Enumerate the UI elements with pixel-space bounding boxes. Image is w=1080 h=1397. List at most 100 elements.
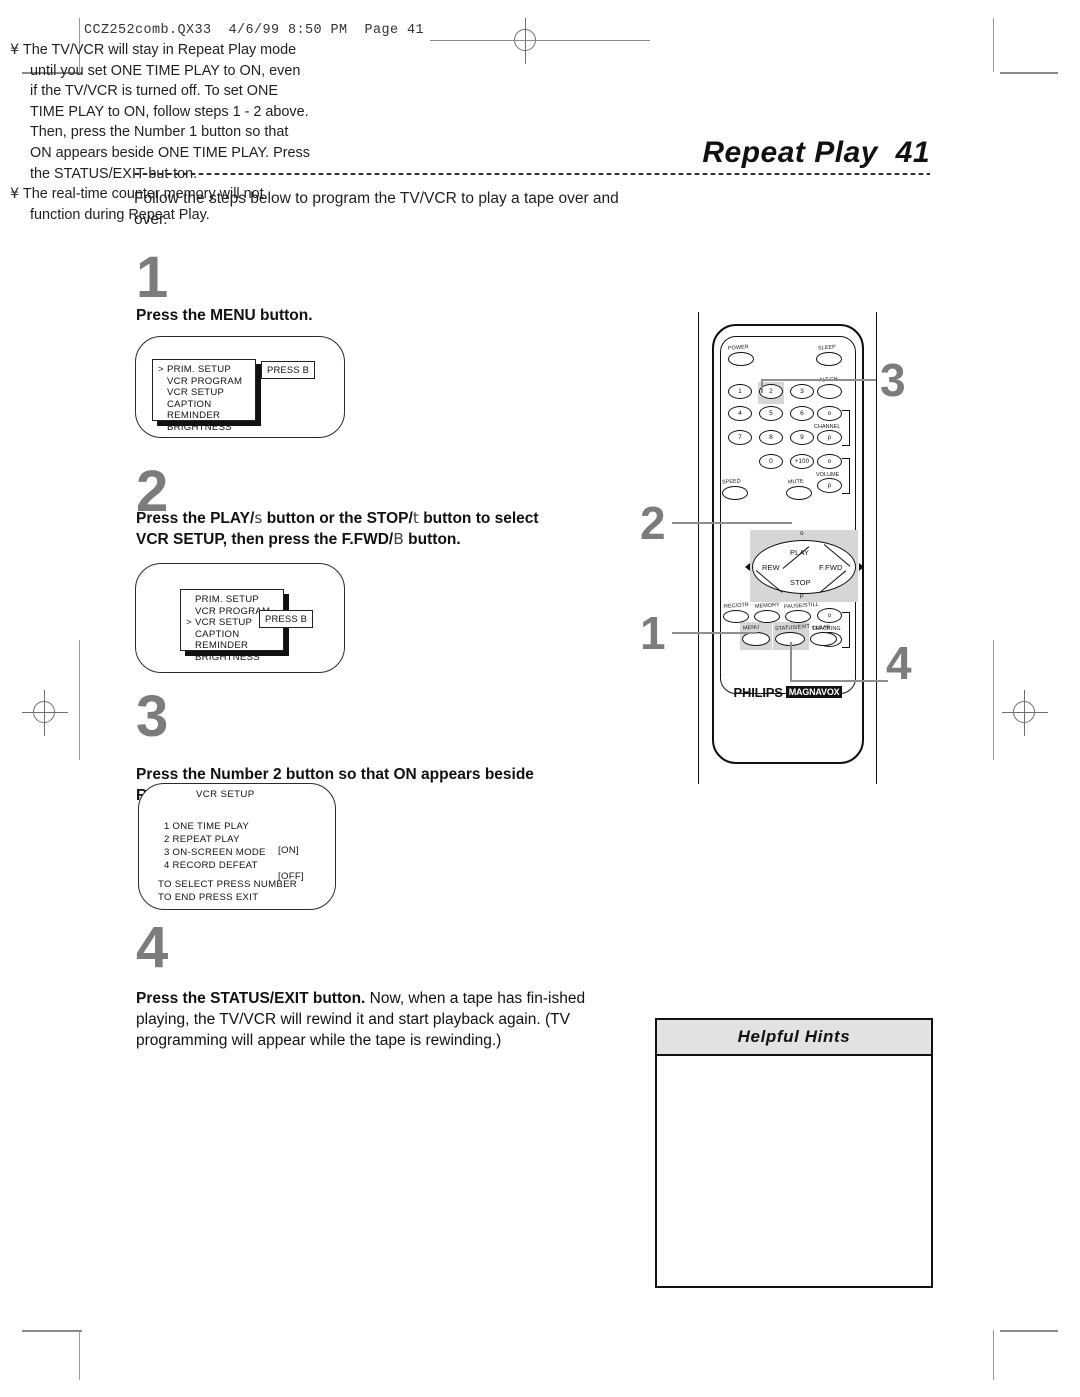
memory-button[interactable]: [754, 610, 780, 623]
transport-up-glyph: o: [800, 530, 804, 537]
tracking-bracket: [842, 612, 850, 648]
leader-line-2: [672, 522, 792, 525]
leader-line-3: [761, 379, 876, 382]
speed-button[interactable]: [722, 486, 748, 500]
osd-menu-1-item-2: VCR SETUP: [167, 387, 225, 399]
magnavox-wordmark: MAGNAVOX: [785, 686, 843, 698]
osd-setup-title: VCR SETUP: [196, 789, 255, 800]
hint-item-0: ¥ The TV/VCR will stay in Repeat Play mo…: [10, 40, 310, 184]
remote-outline-left: [698, 312, 700, 784]
osd-menu-1-item-0: > PRIM. SETUP: [158, 364, 232, 375]
channel-up-button[interactable]: o: [817, 406, 842, 421]
rec-otr-button[interactable]: [723, 610, 749, 623]
helpful-hints-header: Helpful Hints: [657, 1020, 931, 1056]
hint-text-1: The real-time counter memory will not fu…: [22, 186, 264, 223]
clear-label: CLEAR: [811, 624, 831, 632]
osd-cursor-1: >: [158, 364, 164, 375]
trim-line-right: [993, 18, 994, 72]
leader-line-4: [790, 680, 888, 683]
key-7-button[interactable]: 7: [728, 430, 752, 445]
step-2-line1-a: Press the PLAY/: [136, 510, 255, 527]
key-9-button[interactable]: 9: [790, 430, 814, 445]
key-3-button[interactable]: 3: [790, 384, 814, 399]
volume-bracket: [842, 458, 850, 494]
key-plus100-button[interactable]: +100: [790, 454, 814, 469]
key-4-button[interactable]: 4: [728, 406, 752, 421]
alt-ch-button[interactable]: [817, 384, 842, 399]
sleep-label: SLEEP: [817, 344, 837, 352]
play-button-label[interactable]: PLAY: [790, 548, 809, 557]
osd-press-b-2: PRESS B: [259, 610, 314, 628]
hint-item-1: ¥ The real-time counter memory will not …: [10, 184, 310, 225]
mute-button[interactable]: [786, 486, 812, 500]
hint-text-0: The TV/VCR will stay in Repeat Play mode…: [22, 42, 310, 182]
rew-button-label[interactable]: REW: [762, 563, 780, 572]
osd-menu-1-list: > PRIM. SETUP VCR PROGRAM VCR SETUP CAPTI…: [158, 364, 255, 434]
remote-control-illustration: POWER SLEEP 1 2 3 ALT.CH 4 5 6 o CHANNEL…: [690, 312, 890, 784]
menu-label: MENU: [742, 624, 760, 632]
osd-menu-2-item-0: PRIM. SETUP: [195, 594, 260, 605]
trim-line-left-mid: [79, 640, 80, 760]
philips-wordmark: PHILIPS: [733, 685, 783, 700]
brand-logo: PHILIPS MAGNAVOX: [712, 684, 864, 702]
key-1-button[interactable]: 1: [728, 384, 752, 399]
osd-menu-1-item-1: VCR PROGRAM: [167, 375, 243, 387]
leader-tick-3: [761, 379, 764, 393]
trim-line-right-lower: [993, 1330, 994, 1380]
step-2-line1-b: button or the STOP/: [262, 510, 413, 527]
crop-mark-bottom-right-h: [1000, 1330, 1058, 1332]
page-slug: CCZ252comb.QX33 4/6/99 8:50 PM Page 41: [84, 23, 425, 38]
step-1-heading: Press the MENU button.: [136, 307, 313, 324]
step-2-line1-c: button to select: [418, 510, 539, 527]
registration-mark-right: [1002, 690, 1048, 736]
page-title: Repeat Play 41: [702, 136, 930, 169]
crop-mark-bottom-left-h: [22, 1330, 82, 1332]
osd-setup-row-3-label: 4 RECORD DEFEAT: [163, 860, 258, 871]
key-8-button[interactable]: 8: [759, 430, 783, 445]
key-5-button[interactable]: 5: [759, 406, 783, 421]
stop-button-label[interactable]: STOP: [790, 578, 811, 587]
step-1-number: 1: [136, 245, 169, 310]
clear-button[interactable]: [810, 632, 837, 646]
osd-menu-2-item-4: REMINDER: [195, 640, 249, 652]
volume-up-button[interactable]: o: [817, 454, 842, 469]
channel-down-button[interactable]: p: [817, 430, 842, 445]
key-0-button[interactable]: 0: [759, 454, 783, 469]
pause-still-button[interactable]: [785, 610, 811, 623]
volume-down-button[interactable]: p: [817, 478, 842, 493]
leader-tick-4: [790, 642, 793, 682]
leader-line-1: [672, 632, 757, 635]
ffwd-arrow-symbol: B: [393, 530, 404, 548]
trim-line-right-mid: [993, 640, 994, 760]
trim-line-left-lower: [79, 1330, 80, 1380]
registration-rule-top: [430, 40, 650, 41]
remote-outline-right: [876, 312, 878, 784]
step-4-heading: Press the STATUS/EXIT button. Now, when …: [136, 988, 626, 1051]
osd-menu-2-item-3: CAPTION: [195, 628, 240, 640]
tracking-up-button[interactable]: o: [817, 608, 842, 623]
hint-bullet-1: ¥: [10, 186, 20, 203]
registration-mark-top: [503, 18, 549, 64]
power-button[interactable]: [728, 352, 754, 366]
osd-setup-row-3: 4 RECORD DEFEAT [OFF]: [158, 849, 318, 882]
callout-4: 4: [886, 637, 912, 689]
osd-cursor-2: >: [186, 617, 192, 629]
helpful-hints-title: Helpful Hints: [737, 1027, 851, 1046]
callout-3: 3: [880, 354, 906, 406]
step-2-heading: Press the PLAY/s button or the STOP/t bu…: [136, 508, 636, 550]
mute-label: MUTE: [787, 478, 804, 486]
osd-setup-footer-2: TO END PRESS EXIT: [158, 892, 259, 903]
rew-arrow-icon: [745, 563, 750, 571]
osd-menu-2-list: PRIM. SETUP VCR PROGRAM > VCR SETUP CAPTI…: [186, 594, 283, 664]
osd-menu-1-item-5: BRIGHTNESS: [167, 421, 232, 433]
key-6-button[interactable]: 6: [790, 406, 814, 421]
sleep-button[interactable]: [816, 352, 842, 366]
step-2-line2-a: VCR SETUP, then press the F.FWD/: [136, 531, 394, 548]
osd-setup-footer-1: TO SELECT PRESS NUMBER: [158, 879, 297, 890]
ffwd-button-label[interactable]: F.FWD: [819, 563, 843, 572]
step-2-line2-b: button.: [403, 531, 461, 548]
step-3-number: 3: [136, 684, 169, 749]
callout-2: 2: [640, 497, 666, 549]
osd-menu-1: > PRIM. SETUP VCR PROGRAM VCR SETUP CAPTI…: [152, 359, 256, 433]
osd-menu-2-item-5: BRIGHTNESS: [195, 651, 260, 663]
